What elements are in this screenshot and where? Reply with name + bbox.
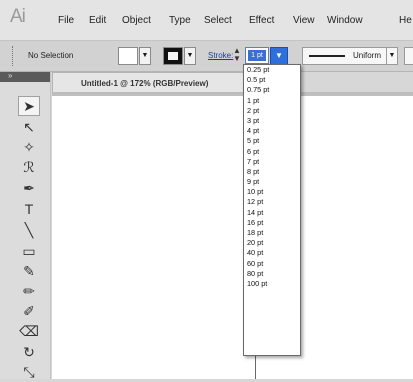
paintbrush-tool[interactable]: ✎ <box>18 261 40 281</box>
lasso-tool[interactable]: ℛ <box>18 157 40 177</box>
stroke-option[interactable]: 18 pt <box>244 228 300 238</box>
stroke-option[interactable]: 12 pt <box>244 197 300 207</box>
eraser-tool[interactable]: ⌫ <box>18 321 40 341</box>
stroke-option[interactable]: 5 pt <box>244 136 300 146</box>
selection-tool[interactable]: ➤ <box>18 96 40 116</box>
stroke-option[interactable]: 7 pt <box>244 157 300 167</box>
profile-line-preview <box>309 55 345 57</box>
stroke-option[interactable]: 9 pt <box>244 177 300 187</box>
menu-select[interactable]: Select <box>204 15 232 26</box>
type-tool[interactable]: T <box>18 199 40 219</box>
fill-swatch[interactable] <box>118 47 138 65</box>
brush-definition-box[interactable] <box>404 47 413 65</box>
stroke-weight-dropdown-list[interactable]: 0.25 pt 0.5 pt 0.75 pt 1 pt 2 pt 3 pt 4 pt 5 pt… <box>243 64 301 356</box>
menu-effect[interactable]: Effect <box>249 15 274 26</box>
stroke-option[interactable]: 1 pt <box>244 96 300 106</box>
pen-tool[interactable]: ✒ <box>18 178 40 198</box>
menu-window[interactable]: Window <box>327 15 363 26</box>
stroke-weight-value: 1 pt <box>248 50 266 61</box>
menu-object[interactable]: Object <box>122 15 151 26</box>
direct-selection-tool[interactable]: ↖ <box>18 117 40 137</box>
variable-width-profile-select[interactable]: Uniform ▼ <box>302 47 398 65</box>
rotate-tool[interactable]: ↻ <box>18 342 40 362</box>
stroke-option[interactable]: 0.5 pt <box>244 75 300 85</box>
stroke-option[interactable]: 0.75 pt <box>244 85 300 95</box>
stroke-color-dropdown-button[interactable]: ▼ <box>184 47 196 65</box>
rectangle-tool[interactable]: ▭ <box>18 241 40 261</box>
stroke-option[interactable]: 16 pt <box>244 218 300 228</box>
blob-brush-tool[interactable]: ✐ <box>18 301 40 321</box>
fill-dropdown-button[interactable]: ▼ <box>139 47 151 65</box>
line-tool[interactable]: ╲ <box>18 220 40 240</box>
stroke-weight-input[interactable]: 1 pt <box>245 47 269 64</box>
stroke-option[interactable]: 14 pt <box>244 208 300 218</box>
profile-label: Uniform <box>353 51 382 60</box>
chevron-down-icon: ▼ <box>386 48 397 64</box>
pencil-tool[interactable]: ✏ <box>18 281 40 301</box>
menu-edit[interactable]: Edit <box>89 15 106 26</box>
document-tab-title: Untitled-1 @ 172% (RGB/Preview) <box>81 79 209 88</box>
document-tab[interactable]: Untitled-1 @ 172% (RGB/Preview) × <box>52 72 269 93</box>
tools-panel-header[interactable]: » <box>0 71 50 82</box>
magic-wand-tool[interactable]: ✧ <box>18 137 40 157</box>
stroke-option[interactable]: 0.25 pt <box>244 65 300 75</box>
control-bar-grip[interactable] <box>12 46 16 66</box>
menu-file[interactable]: File <box>58 15 74 26</box>
stroke-option[interactable]: 40 pt <box>244 248 300 258</box>
collapse-icon: » <box>8 71 13 80</box>
stroke-option[interactable]: 6 pt <box>244 147 300 157</box>
app-logo: Ai <box>10 6 26 27</box>
stroke-option[interactable]: 8 pt <box>244 167 300 177</box>
scale-tool[interactable]: ⤡ <box>18 362 40 382</box>
stroke-option[interactable]: 100 pt <box>244 279 300 289</box>
stroke-weight-spinner[interactable]: ▲ ▼ <box>233 47 241 63</box>
stroke-option[interactable]: 10 pt <box>244 187 300 197</box>
stroke-panel-link[interactable]: Stroke: <box>208 51 233 60</box>
stroke-option[interactable]: 20 pt <box>244 238 300 248</box>
stroke-weight-dropdown-button[interactable]: ▼ <box>270 47 288 65</box>
menu-type[interactable]: Type <box>169 15 191 26</box>
selection-status: No Selection <box>28 51 74 60</box>
stroke-option[interactable]: 80 pt <box>244 269 300 279</box>
menu-view[interactable]: View <box>293 15 315 26</box>
artboard[interactable] <box>52 96 413 379</box>
stroke-option[interactable]: 2 pt <box>244 106 300 116</box>
stroke-option[interactable]: 60 pt <box>244 259 300 269</box>
stroke-swatch[interactable] <box>163 47 183 65</box>
stroke-option[interactable]: 4 pt <box>244 126 300 136</box>
menu-help[interactable]: He <box>399 15 412 26</box>
stroke-option[interactable]: 3 pt <box>244 116 300 126</box>
